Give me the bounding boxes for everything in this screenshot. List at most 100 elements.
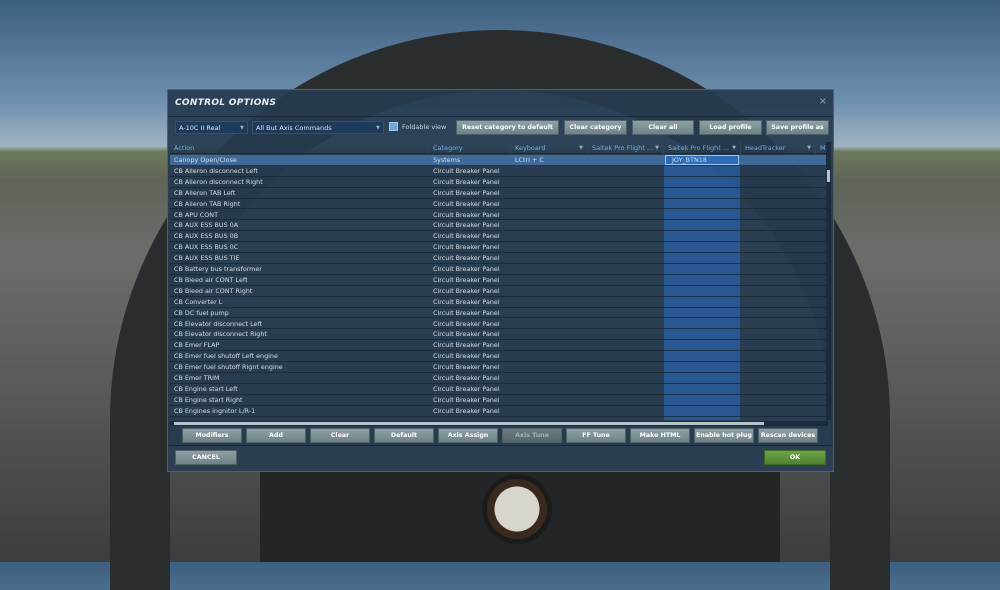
action-cell: CB Elevator disconnect Right	[174, 330, 267, 339]
table-row[interactable]: CB Engines ingnitor L/R-1 Circuit Breaker…	[170, 406, 828, 417]
foldable-view-checkbox[interactable]	[389, 122, 398, 131]
table-row[interactable]: CB AUX ESS BUS TIE Circuit Breaker Panel	[170, 253, 828, 264]
table-row[interactable]: CB Bleed air CONT Right Circuit Breaker P…	[170, 286, 828, 297]
control-options-dialog: CONTROL OPTIONS × A-10C II Real ▼ All But…	[167, 89, 834, 472]
axis-tune-button[interactable]: Axis Tune	[502, 428, 562, 443]
action-cell: CB Emer FLAP	[174, 341, 220, 350]
column-label: Saitek Pro Flight ...	[592, 144, 654, 152]
reset-category-button[interactable]: Reset category to default	[456, 120, 559, 135]
column-header-saitek-1[interactable]: Saitek Pro Flight ... ▼	[588, 142, 664, 154]
category-cell: Circuit Breaker Panel	[433, 221, 500, 230]
aircraft-select[interactable]: A-10C II Real ▼	[175, 121, 248, 134]
category-cell: Circuit Breaker Panel	[433, 374, 500, 382]
action-cell: CB Bleed air CONT Right	[174, 286, 253, 295]
saitek-binding-cell: JOY_BTN18	[672, 156, 707, 164]
action-cell: CB Battery bus transformer	[174, 265, 262, 273]
enable-hot-plug-button[interactable]: Enable hot plug	[694, 428, 754, 443]
cancel-button[interactable]: CANCEL	[175, 450, 237, 465]
column-header-keyboard[interactable]: Keyboard ▼	[511, 142, 588, 154]
table-row[interactable]: CB Emer fuel shutoff Left engine Circuit …	[170, 351, 828, 363]
table-row[interactable]: CB Emer TRIM Circuit Breaker Panel	[170, 373, 828, 384]
category-cell: Circuit Breaker Panel	[433, 352, 500, 361]
bindings-table: Action Category Keyboard ▼ Saitek Pro Fli…	[170, 142, 828, 420]
category-cell: Circuit Breaker Panel	[433, 210, 500, 219]
action-cell: CB Emer TRIM	[174, 374, 220, 382]
chevron-down-icon: ▼	[240, 125, 244, 131]
column-label: Keyboard	[515, 144, 546, 152]
category-cell: Systems	[433, 156, 461, 164]
table-row[interactable]: CB Bleed air CONT Left Circuit Breaker Pa…	[170, 275, 828, 286]
clear-button[interactable]: Clear	[310, 428, 370, 443]
action-cell: CB AUX ESS BUS 0A	[174, 221, 239, 230]
category-cell: Circuit Breaker Panel	[433, 232, 500, 241]
category-cell: Circuit Breaker Panel	[433, 341, 500, 350]
category-cell: Circuit Breaker Panel	[433, 275, 500, 284]
action-cell: CB Aileron disconnect Right	[174, 177, 263, 186]
table-row[interactable]: CB AUX ESS BUS 0A Circuit Breaker Panel	[170, 220, 828, 232]
column-header-saitek-2[interactable]: Saitek Pro Flight ... ▼	[664, 142, 741, 154]
action-cell: CB AUX ESS BUS 0C	[174, 243, 239, 252]
table-row[interactable]: CB APU CONT Circuit Breaker Panel	[170, 210, 828, 221]
action-cell: CB Engine start Right	[174, 395, 243, 404]
chevron-down-icon[interactable]: ▼	[655, 142, 659, 154]
load-profile-button[interactable]: Load profile	[699, 120, 762, 135]
scrollbar-thumb[interactable]	[174, 422, 764, 425]
axis-assign-button[interactable]: Axis Assign	[438, 428, 498, 443]
clear-category-button[interactable]: Clear category	[564, 120, 627, 135]
table-row[interactable]: CB Emer fuel shutoff Rignt engine Circuit…	[170, 362, 828, 373]
chevron-down-icon[interactable]: ▼	[579, 142, 583, 154]
category-cell: Circuit Breaker Panel	[433, 199, 500, 208]
default-button[interactable]: Default	[374, 428, 434, 443]
table-row[interactable]: CB Aileron disconnect Left Circuit Breake…	[170, 166, 828, 177]
horizontal-scrollbar[interactable]	[170, 421, 828, 426]
save-profile-as-button[interactable]: Save profile as	[766, 120, 829, 135]
filter-value: All But Axis Commands	[256, 124, 332, 132]
table-row[interactable]: CB Engine start Right Circuit Breaker Pan…	[170, 395, 828, 406]
chevron-down-icon[interactable]: ▼	[732, 142, 736, 154]
table-row[interactable]: CB Converter L Circuit Breaker Panel	[170, 297, 828, 308]
column-header-category[interactable]: Category	[429, 142, 511, 154]
filter-select[interactable]: All But Axis Commands ▼	[252, 121, 384, 134]
category-cell: Circuit Breaker Panel	[433, 363, 500, 372]
table-row[interactable]: CB Elevator disconnect Right Circuit Brea…	[170, 329, 828, 341]
column-header-headtracker[interactable]: HeadTracker ▼	[741, 142, 816, 154]
action-cell: CB Emer fuel shutoff Rignt engine	[174, 363, 283, 372]
rescan-devices-button[interactable]: Rescan devices	[758, 428, 818, 443]
keyboard-binding-cell: LCtrl + C	[515, 156, 544, 164]
table-row[interactable]: Canopy Open/Close Systems LCtrl + C JOY_BTN…	[170, 155, 828, 166]
clear-all-button[interactable]: Clear all	[632, 120, 694, 135]
ok-button[interactable]: OK	[764, 450, 826, 465]
category-cell: Circuit Breaker Panel	[433, 395, 500, 404]
chevron-down-icon[interactable]: ▼	[807, 142, 811, 154]
table-row[interactable]: CB Aileron TAB Left Circuit Breaker Panel	[170, 188, 828, 199]
action-cell: CB Aileron TAB Left	[174, 188, 236, 197]
ff-tune-button[interactable]: FF Tune	[566, 428, 626, 443]
category-cell: Circuit Breaker Panel	[433, 243, 500, 252]
action-cell: CB AUX ESS BUS 0B	[174, 232, 239, 241]
make-html-button[interactable]: Make HTML	[630, 428, 690, 443]
table-row[interactable]: CB Battery bus transformer Circuit Breake…	[170, 264, 828, 275]
table-row[interactable]: CB AUX ESS BUS 0C Circuit Breaker Panel	[170, 242, 828, 254]
dialog-title: CONTROL OPTIONS	[175, 98, 277, 108]
table-row[interactable]: CB Aileron disconnect Right Circuit Break…	[170, 177, 828, 188]
add-button[interactable]: Add	[246, 428, 306, 443]
category-cell: Circuit Breaker Panel	[433, 384, 500, 393]
modifiers-button[interactable]: Modifiers	[182, 428, 242, 443]
table-row[interactable]: CB DC fuel pump Circuit Breaker Panel	[170, 308, 828, 319]
table-header: Action Category Keyboard ▼ Saitek Pro Fli…	[170, 142, 828, 154]
action-cell: CB Aileron TAB Right	[174, 199, 241, 208]
vertical-scrollbar[interactable]	[826, 142, 831, 420]
column-header-action[interactable]: Action	[170, 142, 429, 154]
table-row[interactable]: CB Elevator disconnect Left Circuit Break…	[170, 319, 828, 330]
action-cell: CB Converter L	[174, 297, 223, 306]
table-row[interactable]: CB AUX ESS BUS 0B Circuit Breaker Panel	[170, 231, 828, 243]
dialog-footer: CANCEL OK	[168, 445, 833, 471]
scrollbar-thumb[interactable]	[827, 170, 830, 182]
category-cell: Circuit Breaker Panel	[433, 188, 500, 197]
close-icon[interactable]: ×	[819, 96, 827, 107]
table-row[interactable]: CB Engine start Left Circuit Breaker Pane…	[170, 384, 828, 395]
table-row[interactable]: CB Emer FLAP Circuit Breaker Panel	[170, 340, 828, 352]
table-row[interactable]: CB Aileron TAB Right Circuit Breaker Pane…	[170, 199, 828, 210]
action-cell: CB AUX ESS BUS TIE	[174, 254, 240, 263]
aircraft-value: A-10C II Real	[179, 124, 221, 132]
